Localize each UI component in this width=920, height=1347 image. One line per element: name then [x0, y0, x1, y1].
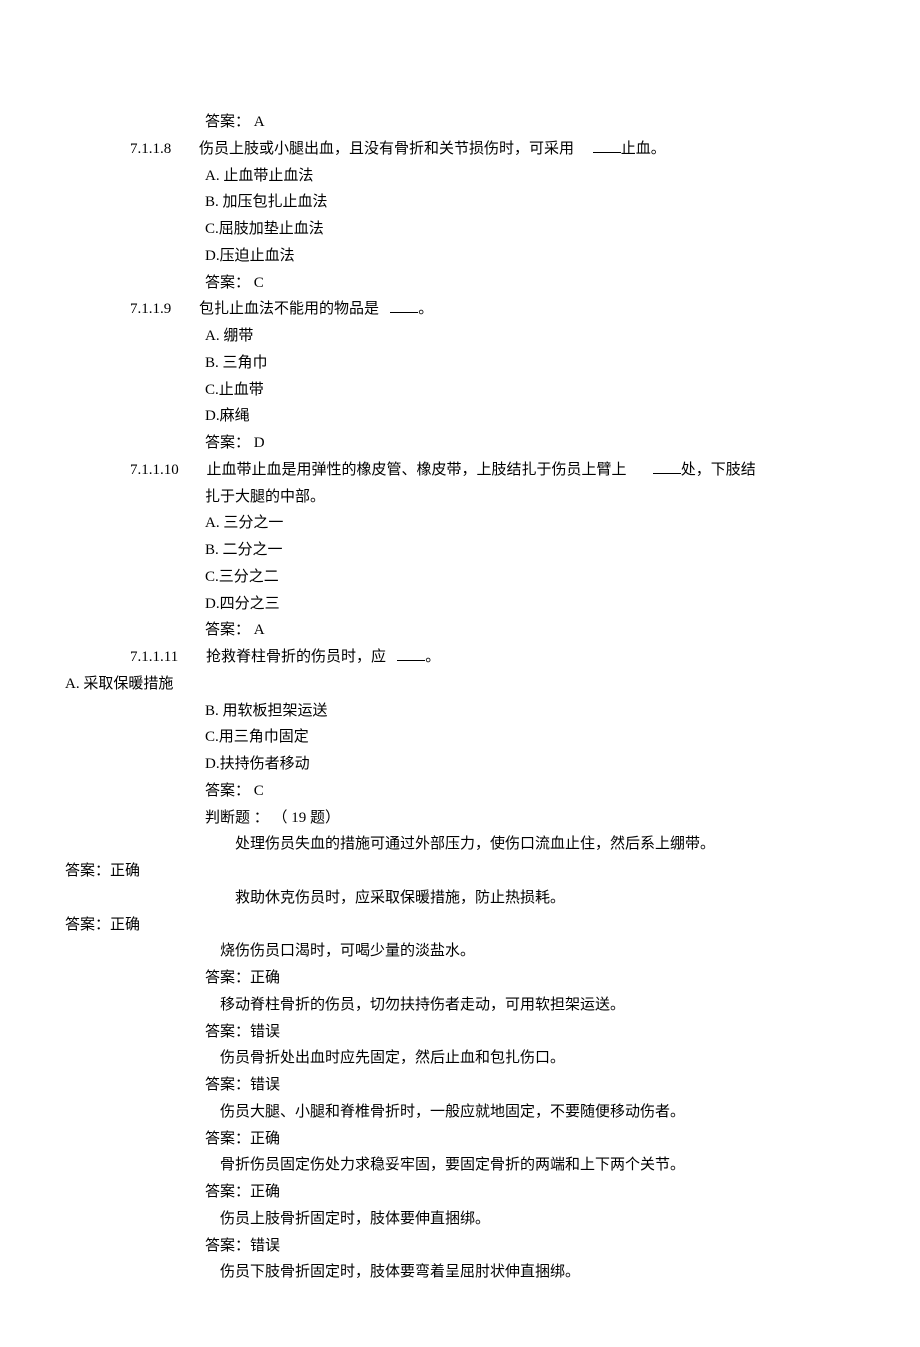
document-page: 答案： A 7.1.1.8 伤员上肢或小腿出血，且没有骨折和关节损伤时，可采用 …: [0, 0, 920, 1347]
fill-blank: [653, 459, 681, 474]
option-a: A. 止血带止血法: [205, 164, 860, 189]
tf-question: 救助休克伤员时，应采取保暖措施，防止热损耗。: [205, 886, 860, 911]
option-a: A. 采取保暖措施: [65, 672, 860, 697]
stem-text: 止血。: [621, 141, 666, 157]
tf-question: 移动脊柱骨折的伤员，切勿扶持伤者走动，可用软担架运送。: [205, 993, 860, 1018]
fill-blank: [390, 299, 418, 314]
tf-question: 处理伤员失血的措施可通过外部压力，使伤口流血止住，然后系上绷带。: [205, 832, 860, 857]
stem-text: 包扎止血法不能用的物品是: [199, 301, 379, 317]
tf-question: 伤员大腿、小腿和脊椎骨折时，一般应就地固定，不要随便移动伤者。: [205, 1100, 860, 1125]
option-d: D.麻绳: [205, 404, 860, 429]
tf-answer: 答案：正确: [205, 1180, 860, 1205]
tf-answer: 答案：正确: [65, 859, 860, 884]
option-d: D.压迫止血法: [205, 244, 860, 269]
tf-question: 伤员骨折处出血时应先固定，然后止血和包扎伤口。: [205, 1046, 860, 1071]
section-header: 判断题 ： （ 19 题）: [205, 806, 860, 831]
tf-answer: 答案：正确: [65, 913, 860, 938]
question-number: 7.1.1.9: [130, 297, 171, 322]
option-b: B. 用软板担架运送: [205, 699, 860, 724]
answer-text: 答案： C: [205, 271, 860, 296]
question-stem: 7.1.1.10 止血带止血是用弹性的橡皮管、橡皮带，上肢结扎于伤员上臂上 处，…: [130, 458, 860, 483]
stem-text: 止血带止血是用弹性的橡皮管、橡皮带，上肢结扎于伤员上臂上: [207, 462, 627, 478]
option-c: C.止血带: [205, 378, 860, 403]
stem-text: 处，下肢结: [681, 462, 756, 478]
stem-text: 。: [425, 649, 440, 665]
stem-text: 伤员上肢或小腿出血，且没有骨折和关节损伤时，可采用: [199, 141, 574, 157]
option-b: B. 三角巾: [205, 351, 860, 376]
answer-text: 答案： D: [205, 431, 860, 456]
tf-question: 伤员下肢骨折固定时，肢体要弯着呈屈肘状伸直捆绑。: [205, 1260, 860, 1285]
tf-answer: 答案：错误: [205, 1020, 860, 1045]
tf-question: 烧伤伤员口渴时，可喝少量的淡盐水。: [205, 939, 860, 964]
option-b: B. 加压包扎止血法: [205, 190, 860, 215]
question-number: 7.1.1.10: [130, 458, 179, 483]
stem-text: 。: [418, 301, 433, 317]
option-a: A. 三分之一: [205, 511, 860, 536]
question-number: 7.1.1.11: [130, 645, 178, 670]
question-stem: 7.1.1.9 包扎止血法不能用的物品是 。: [130, 297, 860, 322]
tf-answer: 答案：正确: [205, 1127, 860, 1152]
option-c: C.三分之二: [205, 565, 860, 590]
stem-text: 抢救脊柱骨折的伤员时，应: [206, 649, 386, 665]
option-c: C.用三角巾固定: [205, 725, 860, 750]
option-d: D.四分之三: [205, 592, 860, 617]
tf-question: 骨折伤员固定伤处力求稳妥牢固，要固定骨折的两端和上下两个关节。: [205, 1153, 860, 1178]
stem-continuation: 扎于大腿的中部。: [205, 485, 860, 510]
question-stem: 7.1.1.8 伤员上肢或小腿出血，且没有骨折和关节损伤时，可采用 止血。: [130, 137, 860, 162]
fill-blank: [397, 647, 425, 662]
option-b: B. 二分之一: [205, 538, 860, 563]
tf-answer: 答案：错误: [205, 1234, 860, 1259]
question-number: 7.1.1.8: [130, 137, 171, 162]
option-a: A. 绷带: [205, 324, 860, 349]
answer-text: 答案： A: [205, 110, 860, 135]
option-d: D.扶持伤者移动: [205, 752, 860, 777]
answer-text: 答案： C: [205, 779, 860, 804]
question-stem: 7.1.1.11 抢救脊柱骨折的伤员时，应 。: [130, 645, 860, 670]
fill-blank: [593, 138, 621, 153]
tf-answer: 答案：正确: [205, 966, 860, 991]
tf-question: 伤员上肢骨折固定时，肢体要伸直捆绑。: [205, 1207, 860, 1232]
tf-answer: 答案：错误: [205, 1073, 860, 1098]
answer-text: 答案： A: [205, 618, 860, 643]
option-c: C.屈肢加垫止血法: [205, 217, 860, 242]
